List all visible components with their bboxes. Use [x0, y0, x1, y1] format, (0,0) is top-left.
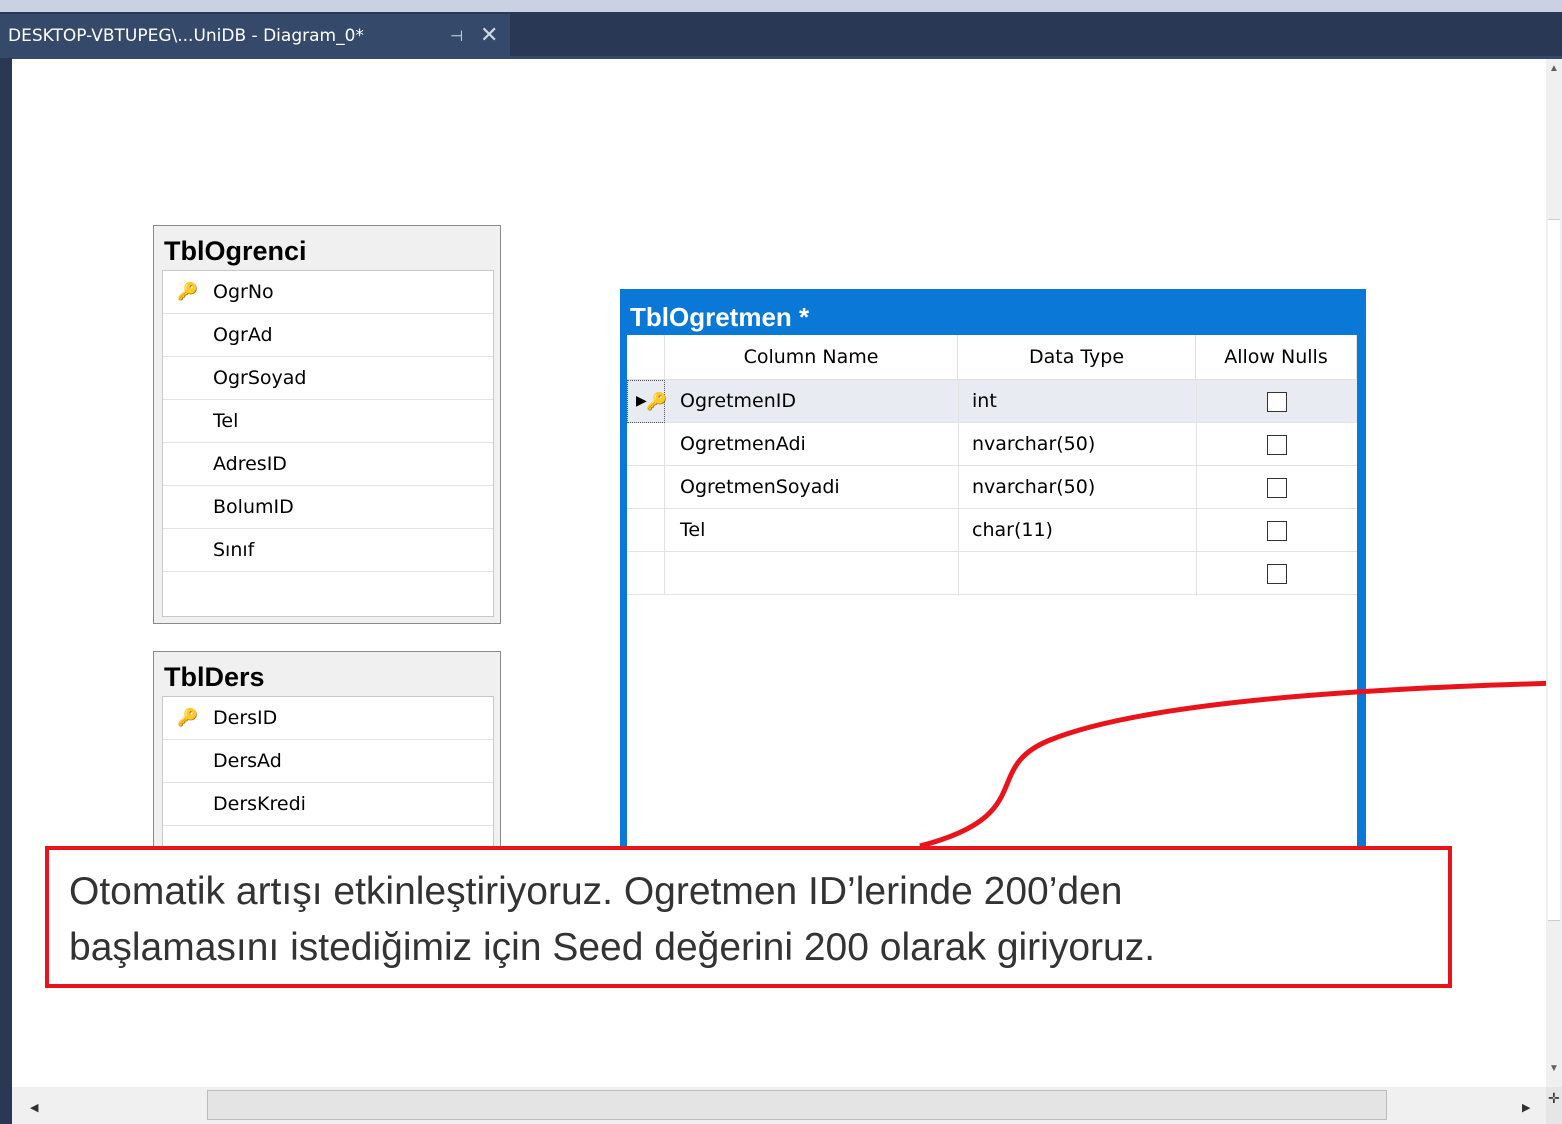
table-row[interactable]: Tel [163, 400, 493, 443]
annotation-callout: Otomatik artışı etkinleştiriyoruz. Ogret… [45, 846, 1452, 988]
grid-divider [958, 380, 959, 596]
table-row[interactable]: Sınıf [163, 529, 493, 572]
column-name: DersAd [213, 750, 282, 772]
left-frame [0, 58, 12, 1124]
callout-line-1: Otomatik artışı etkinleştiriyoruz. Ogret… [69, 870, 1123, 913]
vertical-scrollbar[interactable]: ▲ ▼ [1546, 59, 1562, 1087]
row-selector[interactable]: ▶ 🔑 [627, 380, 668, 423]
table-ogrenci[interactable]: TblOgrenci 🔑 OgrNo OgrAd OgrSoyad Tel Ad… [153, 225, 501, 624]
table-ogrenci-title: TblOgrenci [164, 236, 307, 266]
allow-nulls-checkbox[interactable] [1267, 435, 1287, 455]
table-ders-columns: 🔑 DersID DersAd DersKredi [162, 696, 494, 864]
column-name: BolumID [213, 496, 294, 518]
allow-nulls-checkbox[interactable] [1267, 564, 1287, 584]
table-ders-title: TblDers [164, 662, 265, 692]
scroll-right-icon[interactable]: ▶ [1522, 1101, 1530, 1114]
column-name-cell[interactable]: OgretmenID [680, 380, 796, 423]
column-name: Sınıf [213, 539, 255, 561]
row-selector[interactable] [627, 552, 665, 595]
table-row[interactable]: OgretmenSoyadi nvarchar(50) [627, 466, 1357, 509]
primary-key-icon: 🔑 [646, 392, 668, 411]
primary-key-icon: 🔑 [177, 708, 199, 727]
callout-line-2: başlamasını istediğimiz için Seed değeri… [69, 926, 1156, 969]
table-row[interactable]: OgrAd [163, 314, 493, 357]
table-row[interactable]: Tel char(11) [627, 509, 1357, 552]
table-ogrenci-columns: 🔑 OgrNo OgrAd OgrSoyad Tel AdresID Bolum… [162, 270, 494, 617]
row-selector[interactable] [627, 423, 665, 466]
table-ogretmen-title: TblOgretmen * [630, 302, 810, 332]
document-tab[interactable]: DESKTOP-VBTUPEG\...UniDB - Diagram_0* ⊣ … [0, 14, 510, 58]
table-row[interactable]: AdresID [163, 443, 493, 486]
table-row[interactable]: OgretmenAdi nvarchar(50) [627, 423, 1357, 466]
table-ders[interactable]: TblDers 🔑 DersID DersAd DersKredi [153, 651, 501, 871]
column-name: OgrAd [213, 324, 273, 346]
column-name-cell[interactable]: OgretmenSoyadi [680, 466, 840, 509]
grid-divider [1196, 380, 1197, 596]
navigate-icon[interactable]: ✛ [1548, 1090, 1560, 1107]
table-ogretmen[interactable]: TblOgretmen * Column Name Data Type Allo… [620, 289, 1366, 849]
column-name: Tel [213, 410, 239, 432]
primary-key-icon: 🔑 [177, 282, 199, 301]
horizontal-scrollbar[interactable]: ◀ ▶ [12, 1087, 1546, 1124]
table-row[interactable]: BolumID [163, 486, 493, 529]
table-row[interactable]: ▶ 🔑 OgretmenID int [627, 380, 1357, 423]
pin-icon[interactable]: ⊣ [450, 14, 463, 58]
table-row[interactable]: DersAd [163, 740, 493, 783]
scroll-left-icon[interactable]: ◀ [30, 1101, 42, 1114]
allow-nulls-checkbox[interactable] [1267, 478, 1287, 498]
window-top-bar [0, 0, 1562, 12]
close-icon[interactable]: ✕ [480, 14, 498, 58]
column-name: OgrSoyad [213, 367, 307, 389]
column-name: AdresID [213, 453, 287, 475]
column-name: DersKredi [213, 793, 306, 815]
grid-corner [627, 335, 665, 380]
scroll-down-icon[interactable]: ▼ [1546, 1059, 1562, 1079]
data-type-cell[interactable]: nvarchar(50) [972, 423, 1095, 466]
table-row[interactable] [627, 552, 1357, 595]
row-selector[interactable] [627, 509, 665, 552]
header-column-name[interactable]: Column Name [665, 335, 958, 380]
document-tab-title: DESKTOP-VBTUPEG\...UniDB - Diagram_0* [8, 26, 364, 46]
scroll-corner[interactable]: ✛ [1546, 1087, 1562, 1124]
scroll-up-icon[interactable]: ▲ [1546, 59, 1562, 79]
table-row[interactable]: OgrSoyad [163, 357, 493, 400]
horizontal-scroll-thumb[interactable] [207, 1090, 1387, 1120]
table-row[interactable]: 🔑 OgrNo [163, 271, 493, 314]
column-name: DersID [213, 707, 278, 729]
allow-nulls-checkbox[interactable] [1267, 521, 1287, 541]
allow-nulls-checkbox[interactable] [1267, 392, 1287, 412]
header-allow-nulls[interactable]: Allow Nulls [1196, 335, 1357, 380]
data-type-cell[interactable]: char(11) [972, 509, 1053, 552]
table-ogretmen-grid: Column Name Data Type Allow Nulls ▶ 🔑 Og… [627, 335, 1357, 849]
table-row[interactable]: DersKredi [163, 783, 493, 826]
column-name: OgrNo [213, 281, 274, 303]
column-name-cell[interactable]: Tel [680, 509, 705, 552]
header-data-type[interactable]: Data Type [958, 335, 1196, 380]
row-selector[interactable] [627, 466, 665, 509]
data-type-cell[interactable]: int [972, 380, 997, 423]
vertical-scroll-thumb[interactable] [1548, 219, 1560, 921]
table-row[interactable]: 🔑 DersID [163, 697, 493, 740]
data-type-cell[interactable]: nvarchar(50) [972, 466, 1095, 509]
column-name-cell[interactable]: OgretmenAdi [680, 423, 806, 466]
